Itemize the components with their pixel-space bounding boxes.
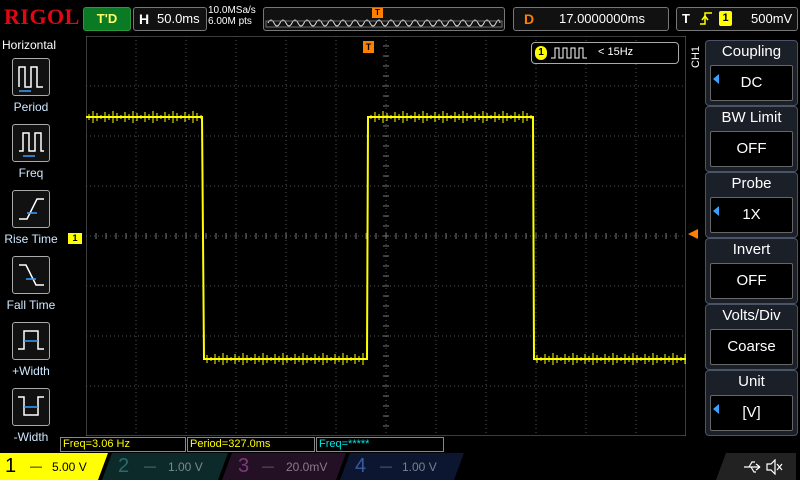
coupling-title: Coupling <box>721 43 782 60</box>
timebase-box[interactable]: H 50.0ms <box>133 7 207 31</box>
frequency-counter-box: 1 < 15Hz <box>531 42 679 64</box>
pos-width-label: +Width <box>12 364 50 378</box>
horizontal-measure-menu: Horizontal Period Freq Rise Time Fall Ti… <box>0 36 62 444</box>
top-status-bar: RIGOL T'D H 50.0ms 10.0MSa/s 6.00M pts T… <box>0 0 800 36</box>
bw-limit-menu[interactable]: BW Limit OFF <box>705 106 798 172</box>
ch1-coupling-icon: ― <box>30 459 42 473</box>
ch1-label: CH1 <box>690 45 702 68</box>
ch2-coupling-icon: ― <box>144 459 156 473</box>
left-arrow-icon <box>713 206 719 216</box>
run-status-button[interactable]: T'D <box>83 7 131 31</box>
unit-value[interactable]: [V] <box>710 395 793 431</box>
ch1-scale[interactable]: 5.00 V <box>52 460 87 474</box>
ch2-number[interactable]: 2 <box>118 455 129 478</box>
ch4-scale[interactable]: 1.00 V <box>402 460 437 474</box>
left-menu-title: Horizontal <box>2 38 57 52</box>
rising-edge-icon <box>700 12 712 25</box>
invert-value[interactable]: OFF <box>710 263 793 299</box>
trigger-box[interactable]: T 1 500mV <box>676 7 798 31</box>
probe-value[interactable]: 1X <box>710 197 793 233</box>
trigger-key: T <box>682 11 690 26</box>
measurement-freq-ch2: Freq=***** <box>316 437 444 452</box>
waveform-canvas <box>85 35 687 437</box>
memory-depth: 6.00M pts <box>208 16 252 27</box>
trigger-level: 500mV <box>751 11 793 26</box>
pos-width-icon <box>12 322 50 360</box>
measurement-freq: Freq=3.06 Hz <box>60 437 186 452</box>
speaker-muted-icon <box>766 459 783 475</box>
memory-overview: T <box>263 7 505 31</box>
period-button[interactable]: Period <box>0 56 62 120</box>
unit-title: Unit <box>738 373 765 390</box>
unit-menu[interactable]: Unit [V] <box>705 370 798 436</box>
sample-info: 10.0MSa/s 6.00M pts <box>208 5 256 27</box>
freq-icon <box>12 124 50 162</box>
trigger-source-badge: 1 <box>719 11 732 26</box>
pulse-train-icon <box>551 47 587 59</box>
freq-label: Freq <box>18 166 44 180</box>
ch3-coupling-icon: ― <box>262 459 274 473</box>
usb-icon <box>744 461 761 473</box>
timebase-key: H <box>139 11 150 27</box>
counter-channel-badge: 1 <box>535 46 547 60</box>
memory-waveform-icon <box>265 19 503 28</box>
bw-limit-value[interactable]: OFF <box>710 131 793 167</box>
invert-menu[interactable]: Invert OFF <box>705 238 798 304</box>
delay-key: D <box>524 11 535 27</box>
neg-width-label: -Width <box>13 430 49 444</box>
rise-time-label: Rise Time <box>4 232 58 246</box>
fall-time-icon <box>12 256 50 294</box>
pos-width-button[interactable]: +Width <box>0 320 62 384</box>
period-icon <box>12 58 50 96</box>
left-arrow-icon <box>713 74 719 84</box>
volts-div-value[interactable]: Coarse <box>710 329 793 365</box>
ch4-coupling-icon: ― <box>380 459 392 473</box>
fall-time-button[interactable]: Fall Time <box>0 254 62 318</box>
coupling-value[interactable]: DC <box>710 65 793 101</box>
volts-div-title: Volts/Div <box>722 307 781 324</box>
timebase-value: 50.0ms <box>157 11 200 26</box>
period-label: Period <box>13 100 49 114</box>
trigger-level-marker[interactable] <box>688 229 698 239</box>
invert-title: Invert <box>732 241 771 258</box>
fall-time-label: Fall Time <box>6 298 56 312</box>
ch3-scale[interactable]: 20.0mV <box>286 460 327 474</box>
measurement-period: Period=327.0ms <box>187 437 315 452</box>
sample-rate: 10.0MSa/s <box>208 5 256 16</box>
volts-div-menu[interactable]: Volts/Div Coarse <box>705 304 798 370</box>
channel-bar: 1 ― 5.00 V 2 ― 1.00 V 3 ― 20.0mV 4 ― 1.0… <box>0 453 800 480</box>
trigger-position-marker[interactable]: T <box>363 41 374 53</box>
bw-limit-title: BW Limit <box>721 109 782 126</box>
coupling-menu[interactable]: Coupling DC <box>705 40 798 106</box>
rise-time-button[interactable]: Rise Time <box>0 188 62 252</box>
waveform-grid[interactable]: T 1 < 15Hz <box>85 35 687 437</box>
delay-value: 17.0000000ms <box>559 11 646 26</box>
delay-box[interactable]: D 17.0000000ms <box>513 7 669 31</box>
ch2-scale[interactable]: 1.00 V <box>168 460 203 474</box>
probe-menu[interactable]: Probe 1X <box>705 172 798 238</box>
ch1-number[interactable]: 1 <box>5 455 16 478</box>
memory-trigger-marker: T <box>372 8 383 18</box>
counter-value: < 15Hz <box>598 46 634 58</box>
neg-width-button[interactable]: -Width <box>0 386 62 450</box>
left-arrow-icon <box>713 404 719 414</box>
freq-button[interactable]: Freq <box>0 122 62 186</box>
probe-title: Probe <box>731 175 772 192</box>
neg-width-icon <box>12 388 50 426</box>
rigol-logo: RIGOL <box>4 4 80 29</box>
ch4-number[interactable]: 4 <box>355 455 366 478</box>
ch1-offset-marker[interactable]: 1 <box>68 233 82 244</box>
rise-time-icon <box>12 190 50 228</box>
ch3-number[interactable]: 3 <box>238 455 249 478</box>
